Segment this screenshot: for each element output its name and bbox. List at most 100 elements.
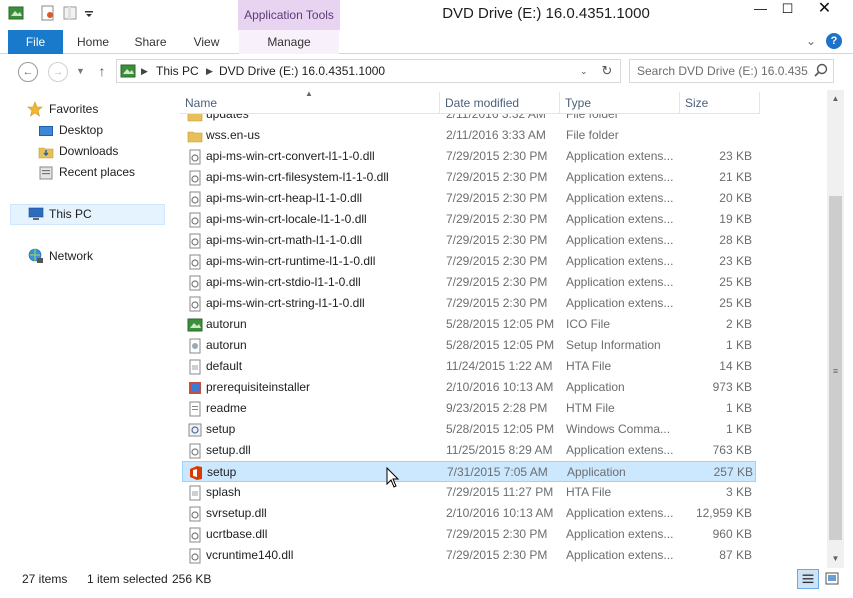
large-icons-view-icon[interactable] — [822, 569, 842, 589]
file-size: 960 KB — [712, 527, 752, 541]
file-name: api-ms-win-crt-convert-l1-1-0.dll — [206, 149, 375, 163]
recent-locations-chevron-down-icon[interactable]: ▼ — [76, 64, 86, 78]
file-type: File folder — [566, 128, 619, 142]
table-row[interactable]: autorun 5/28/2015 12:05 PM Setup Informati… — [182, 335, 756, 356]
table-row[interactable]: api-ms-win-crt-locale-l1-1-0.dll 7/29/201… — [182, 209, 756, 230]
nav-network[interactable]: Network — [49, 246, 93, 266]
tab-view[interactable]: View — [184, 30, 229, 54]
file-date-modified: 2/10/2016 10:13 AM — [446, 506, 554, 520]
file-type: ICO File — [566, 317, 611, 331]
table-row[interactable]: api-ms-win-crt-string-l1-1-0.dll 7/29/201… — [182, 293, 756, 314]
breadcrumb-separator-icon[interactable]: ▶ — [206, 59, 213, 83]
file-type: Application extens... — [566, 506, 674, 520]
dll-icon — [189, 443, 201, 459]
forward-button[interactable]: → — [48, 62, 68, 82]
tab-manage[interactable]: Manage — [239, 30, 339, 54]
nav-favorites[interactable]: Favorites — [49, 99, 98, 119]
nav-recent-places[interactable]: Recent places — [59, 162, 135, 182]
dll-icon — [189, 212, 201, 228]
scroll-down-arrow-icon[interactable]: ▼ — [827, 550, 844, 567]
nav-desktop[interactable]: Desktop — [59, 120, 103, 140]
table-row[interactable]: api-ms-win-crt-math-l1-1-0.dll 7/29/2015 … — [182, 230, 756, 251]
file-size: 25 KB — [719, 296, 752, 310]
file-date-modified: 5/28/2015 12:05 PM — [446, 422, 555, 436]
column-header-name[interactable]: Name — [180, 92, 440, 114]
drive-location-icon — [120, 64, 136, 78]
file-name: setup.dll — [206, 443, 251, 457]
tab-home[interactable]: Home — [70, 30, 116, 54]
table-row[interactable]: setup.dll 11/25/2015 8:29 AM Application e… — [182, 440, 756, 461]
up-arrow-icon[interactable]: ↑ — [94, 62, 110, 80]
table-row[interactable]: api-ms-win-crt-runtime-l1-1-0.dll 7/29/20… — [182, 251, 756, 272]
table-row[interactable]: wss.en-us 2/11/2016 3:33 AM File folder — [182, 125, 756, 146]
network-icon — [28, 248, 43, 263]
file-size: 1 KB — [725, 401, 752, 415]
file-name: autorun — [206, 338, 247, 352]
folder-icon — [187, 114, 203, 122]
dll-icon — [189, 233, 201, 249]
new-folder-icon[interactable] — [62, 5, 78, 21]
table-row[interactable]: splash 7/29/2015 11:27 PM HTA File 3 KB — [182, 482, 756, 503]
table-row[interactable]: api-ms-win-crt-convert-l1-1-0.dll 7/29/20… — [182, 146, 756, 167]
nav-this-pc[interactable]: This PC — [49, 204, 92, 224]
table-row[interactable]: api-ms-win-crt-stdio-l1-1-0.dll 7/29/2015… — [182, 272, 756, 293]
file-type: Application extens... — [566, 296, 674, 310]
file-size: 87 KB — [719, 548, 752, 562]
file-size: 25 KB — [719, 275, 752, 289]
details-view-icon[interactable] — [797, 569, 819, 589]
column-header-size[interactable]: Size — [680, 92, 760, 114]
table-row[interactable]: ucrtbase.dll 7/29/2015 2:30 PM Application… — [182, 524, 756, 545]
breadcrumb-dvd-drive[interactable]: DVD Drive (E:) 16.0.4351.1000 — [219, 59, 385, 83]
application-tools-context-label: Application Tools — [238, 0, 340, 30]
table-row[interactable]: api-ms-win-crt-heap-l1-1-0.dll 7/29/2015 … — [182, 188, 756, 209]
explorer-app-icon[interactable] — [8, 5, 24, 21]
table-row[interactable]: svrsetup.dll 2/10/2016 10:13 AM Applicatio… — [182, 503, 756, 524]
table-row[interactable]: api-ms-win-crt-filesystem-l1-1-0.dll 7/29… — [182, 167, 756, 188]
scroll-up-arrow-icon[interactable]: ▲ — [827, 90, 844, 107]
column-header-date-modified[interactable]: Date modified — [440, 92, 560, 114]
customize-qat-icon[interactable] — [84, 5, 94, 21]
table-row[interactable]: prerequisiteinstaller 2/10/2016 10:13 AM A… — [182, 377, 756, 398]
nav-downloads[interactable]: Downloads — [59, 141, 118, 161]
table-row[interactable]: default 11/24/2015 1:22 AM HTA File 14 KB — [182, 356, 756, 377]
table-row[interactable]: autorun 5/28/2015 12:05 PM ICO File 2 KB — [182, 314, 756, 335]
file-type: Application extens... — [566, 191, 674, 205]
file-date-modified: 2/11/2016 3:33 AM — [446, 128, 546, 142]
properties-icon[interactable] — [40, 5, 56, 21]
downloads-folder-icon — [38, 147, 54, 159]
help-icon[interactable]: ? — [826, 33, 842, 49]
table-row-selected[interactable]: setup 7/31/2015 7:05 AM Application 257 KB — [182, 461, 756, 482]
tab-file[interactable]: File — [8, 30, 63, 54]
maximize-button[interactable]: ☐ — [775, 0, 800, 20]
breadcrumb-separator-icon[interactable]: ▶ — [141, 59, 148, 83]
file-name: splash — [206, 485, 241, 499]
file-type: Application extens... — [566, 254, 674, 268]
back-button[interactable]: ← — [18, 62, 38, 82]
file-type: HTM File — [566, 401, 615, 415]
column-header-type[interactable]: Type — [560, 92, 680, 114]
refresh-icon[interactable]: ↻ — [598, 59, 616, 83]
table-row[interactable]: setup 5/28/2015 12:05 PM Windows Comma... 1… — [182, 419, 756, 440]
star-icon — [27, 101, 43, 117]
file-type: HTA File — [566, 359, 612, 373]
table-row[interactable]: updates 2/11/2016 3:32 AM File folder — [182, 114, 756, 125]
file-type: Application — [566, 380, 625, 394]
table-row[interactable]: readme 9/23/2015 2:28 PM HTM File 1 KB — [182, 398, 756, 419]
minimize-button[interactable]: — — [748, 0, 773, 20]
file-date-modified: 11/25/2015 8:29 AM — [446, 443, 553, 457]
expand-ribbon-chevron-down-icon[interactable]: ⌄ — [806, 32, 820, 50]
dll-icon — [189, 548, 201, 564]
hta-icon — [189, 359, 201, 375]
tab-share[interactable]: Share — [128, 30, 173, 54]
search-input[interactable] — [633, 60, 813, 82]
dll-icon — [189, 296, 201, 312]
breadcrumb-this-pc[interactable]: This PC — [156, 59, 199, 83]
search-icon[interactable] — [813, 62, 829, 80]
file-name: api-ms-win-crt-heap-l1-1-0.dll — [206, 191, 363, 205]
table-row[interactable]: vcruntime140.dll 7/29/2015 2:30 PM Applica… — [182, 545, 756, 566]
file-name: setup — [207, 465, 237, 479]
address-history-chevron-down-icon[interactable]: ⌄ — [580, 59, 594, 83]
file-type: HTA File — [566, 485, 612, 499]
close-button[interactable]: ✕ — [802, 0, 847, 20]
file-type: Application extens... — [566, 170, 674, 184]
